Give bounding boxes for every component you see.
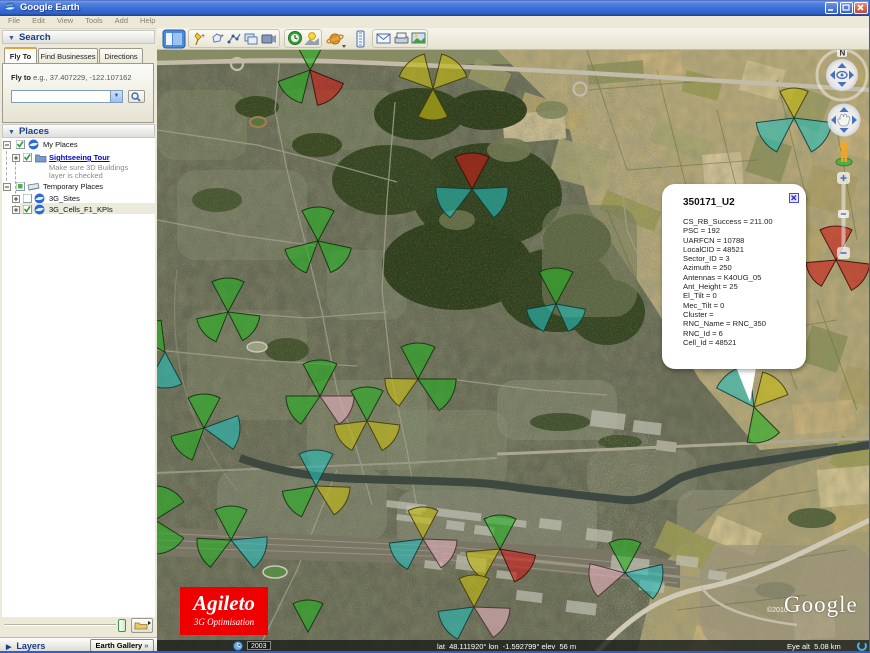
svg-text:+: +: [220, 33, 224, 40]
svg-text:+: +: [201, 33, 205, 40]
svg-text:N: N: [840, 50, 846, 58]
